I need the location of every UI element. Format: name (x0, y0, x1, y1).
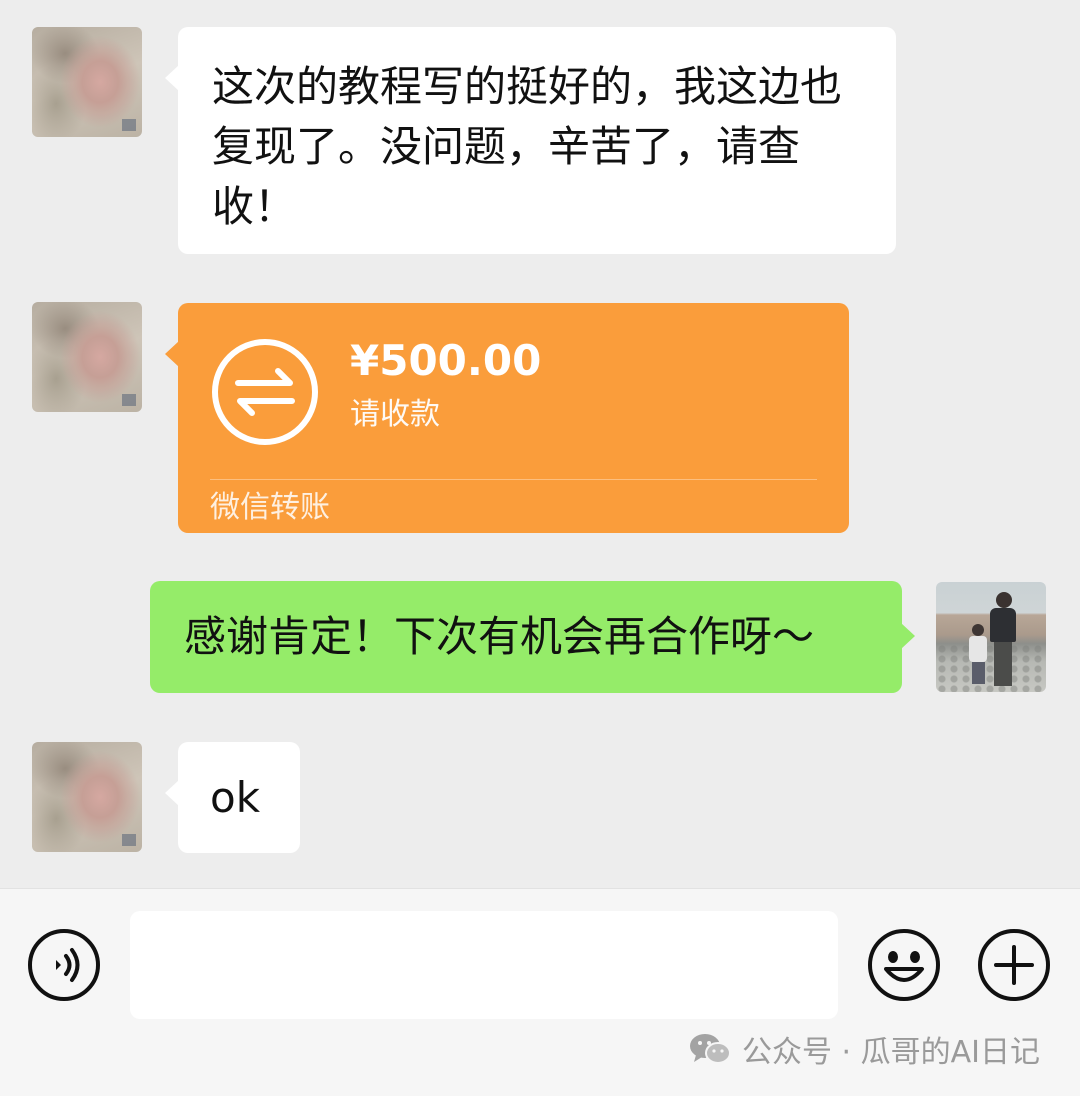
contact-avatar[interactable] (32, 302, 142, 412)
message-bubble-incoming[interactable]: 这次的教程写的挺好的，我这边也复现了。没问题，辛苦了，请查收！ (165, 27, 896, 254)
transfer-status: 请收款 (350, 397, 440, 432)
voice-icon[interactable] (26, 927, 102, 1003)
chat-area[interactable]: 这次的教程写的挺好的，我这边也复现了。没问题，辛苦了，请查收！ ¥500.00 … (0, 0, 1080, 888)
divider (210, 479, 817, 480)
transfer-card[interactable]: ¥500.00 请收款 微信转账 (165, 303, 849, 533)
message-text: 感谢肯定！下次有机会再合作呀～ (184, 612, 815, 661)
message-bubble-outgoing[interactable]: 感谢肯定！下次有机会再合作呀～ (150, 581, 915, 693)
message-text: ok (210, 773, 261, 822)
watermark-text: 公众号 · 瓜哥的AI日记 (742, 1035, 1040, 1070)
watermark: 公众号 · 瓜哥的AI日记 (688, 1021, 1040, 1077)
plus-circle-icon[interactable] (976, 927, 1052, 1003)
contact-avatar[interactable] (32, 27, 142, 137)
wechat-icon (690, 1034, 731, 1064)
emoji-icon[interactable] (866, 927, 942, 1003)
input-bar: 公众号 · 瓜哥的AI日记 (0, 888, 1080, 1096)
message-input[interactable] (130, 911, 838, 1019)
message-text: 这次的教程写的挺好的，我这边也复现了。没问题，辛苦了，请查收！ (212, 62, 843, 231)
message-bubble-incoming[interactable]: ok (165, 742, 300, 853)
transfer-source: 微信转账 (210, 490, 330, 525)
transfer-amount: ¥500.00 (350, 336, 542, 385)
my-avatar[interactable] (936, 582, 1046, 692)
transfer-icon (212, 339, 318, 445)
contact-avatar[interactable] (32, 742, 142, 852)
